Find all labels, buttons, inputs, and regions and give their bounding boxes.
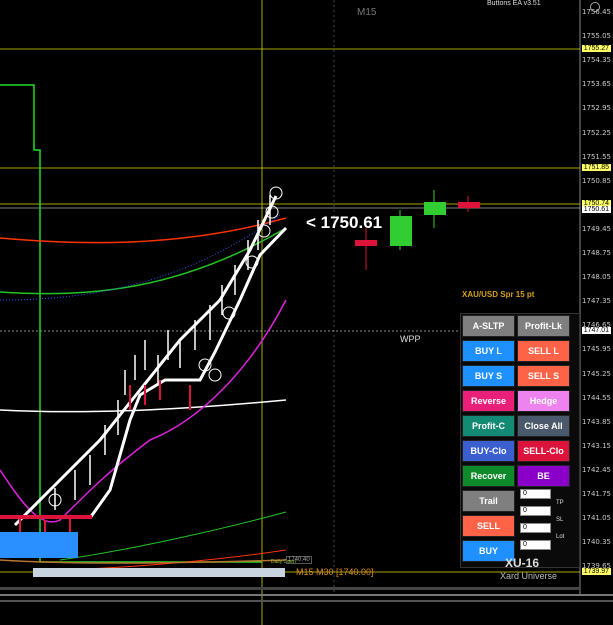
price-axis-label: 1742.45	[582, 465, 611, 474]
price-level-marker: 1751.85	[581, 164, 611, 171]
bottom-band-3	[0, 600, 613, 602]
trail-button[interactable]: Trail	[462, 490, 515, 512]
price-axis-label: 1754.35	[582, 56, 611, 65]
profit-lk-button[interactable]: Profit-Lk	[517, 315, 570, 337]
price-axis-label: 1745.25	[582, 369, 611, 378]
buy-clo-button[interactable]: BUY-Clo	[462, 440, 515, 462]
price-axis-label: 1752.95	[582, 104, 611, 113]
price-axis-label: 1747.35	[582, 297, 611, 306]
buy-l-button[interactable]: BUY L	[462, 340, 515, 362]
white-mid-line	[0, 399, 287, 413]
buy-s-button[interactable]: BUY S	[462, 365, 515, 387]
sell-button[interactable]: SELL	[462, 515, 515, 537]
sl-label: SL	[556, 517, 564, 523]
support-bar	[0, 515, 92, 519]
sell-l-button[interactable]: SELL L	[517, 340, 570, 362]
price-axis-label: 1741.05	[582, 514, 611, 523]
price-range-box	[33, 568, 285, 577]
price-axis-label: 1752.25	[582, 128, 611, 137]
channel-lower	[88, 226, 288, 519]
price-axis-label: 1751.55	[582, 152, 611, 161]
price-axis-label: 1743.85	[582, 417, 611, 426]
price-axis-label: 1749.45	[582, 224, 611, 233]
blue-dotted-line	[0, 214, 281, 301]
lot-label: Lot	[556, 534, 565, 540]
price-axis-label: 1743.15	[582, 441, 611, 450]
recover-button[interactable]: Recover	[462, 465, 515, 487]
tp-label: TP	[556, 500, 564, 506]
sell-s-button[interactable]: SELL S	[517, 365, 570, 387]
price-axis-label: 1740.35	[582, 538, 611, 547]
hedge-button[interactable]: Hedge	[517, 390, 570, 412]
a-sltp-button[interactable]: A-SLTP	[462, 315, 515, 337]
price-level-marker: 1739.97	[581, 568, 611, 575]
value-input[interactable]: 0	[520, 489, 551, 499]
profit-c-button[interactable]: Profit-C	[462, 415, 515, 437]
lower-red-line	[59, 549, 287, 571]
smiley-icon	[590, 2, 600, 12]
ea-title: Buttons EA v3.51	[487, 0, 541, 7]
current-price-label: < 1750.61	[306, 213, 383, 232]
reverse-button[interactable]: Reverse	[462, 390, 515, 412]
price-axis-label: 1750.85	[582, 176, 611, 185]
close-all-button[interactable]: Close All	[517, 415, 570, 437]
price-axis-label: 1753.65	[582, 80, 611, 89]
brand-xu: XU-16	[505, 556, 540, 570]
bottom-band-1	[0, 587, 580, 590]
demand-zone	[0, 532, 78, 558]
period-label: M15 M30 [1740.00]	[296, 567, 374, 577]
price-axis-label: 1748.75	[582, 249, 611, 257]
lot-input[interactable]: 0	[520, 540, 551, 550]
price-level-marker: 1755.27	[581, 45, 611, 52]
sl-input[interactable]: 0	[520, 523, 551, 533]
brand-xard: Xard Universe	[500, 571, 558, 581]
price-axis-label: 1741.75	[582, 490, 611, 498]
wpp-label: WPP	[400, 334, 421, 344]
timeframe-label: M15	[357, 7, 377, 18]
green-step-line	[0, 84, 262, 563]
sell-clo-button[interactable]: SELL-Clo	[517, 440, 570, 462]
price-level-marker: 1747.01	[581, 327, 611, 334]
ema-red-line	[0, 217, 287, 244]
price-axis-label: 1745.95	[582, 345, 611, 354]
price-axis-label: 1748.05	[582, 273, 611, 282]
price-axis-label: 1755.05	[582, 32, 611, 41]
low-price-box: 1740.40	[286, 556, 312, 564]
lower-green-line	[59, 511, 287, 561]
bottom-band-2	[0, 594, 613, 596]
symbol-spread: XAU/USD Spr 15 pt	[462, 290, 535, 299]
tp-input[interactable]: 0	[520, 506, 551, 516]
be-button[interactable]: BE	[517, 465, 570, 487]
price-level-marker: 1750.61	[581, 206, 611, 213]
price-axis-label: 1744.55	[582, 393, 611, 402]
